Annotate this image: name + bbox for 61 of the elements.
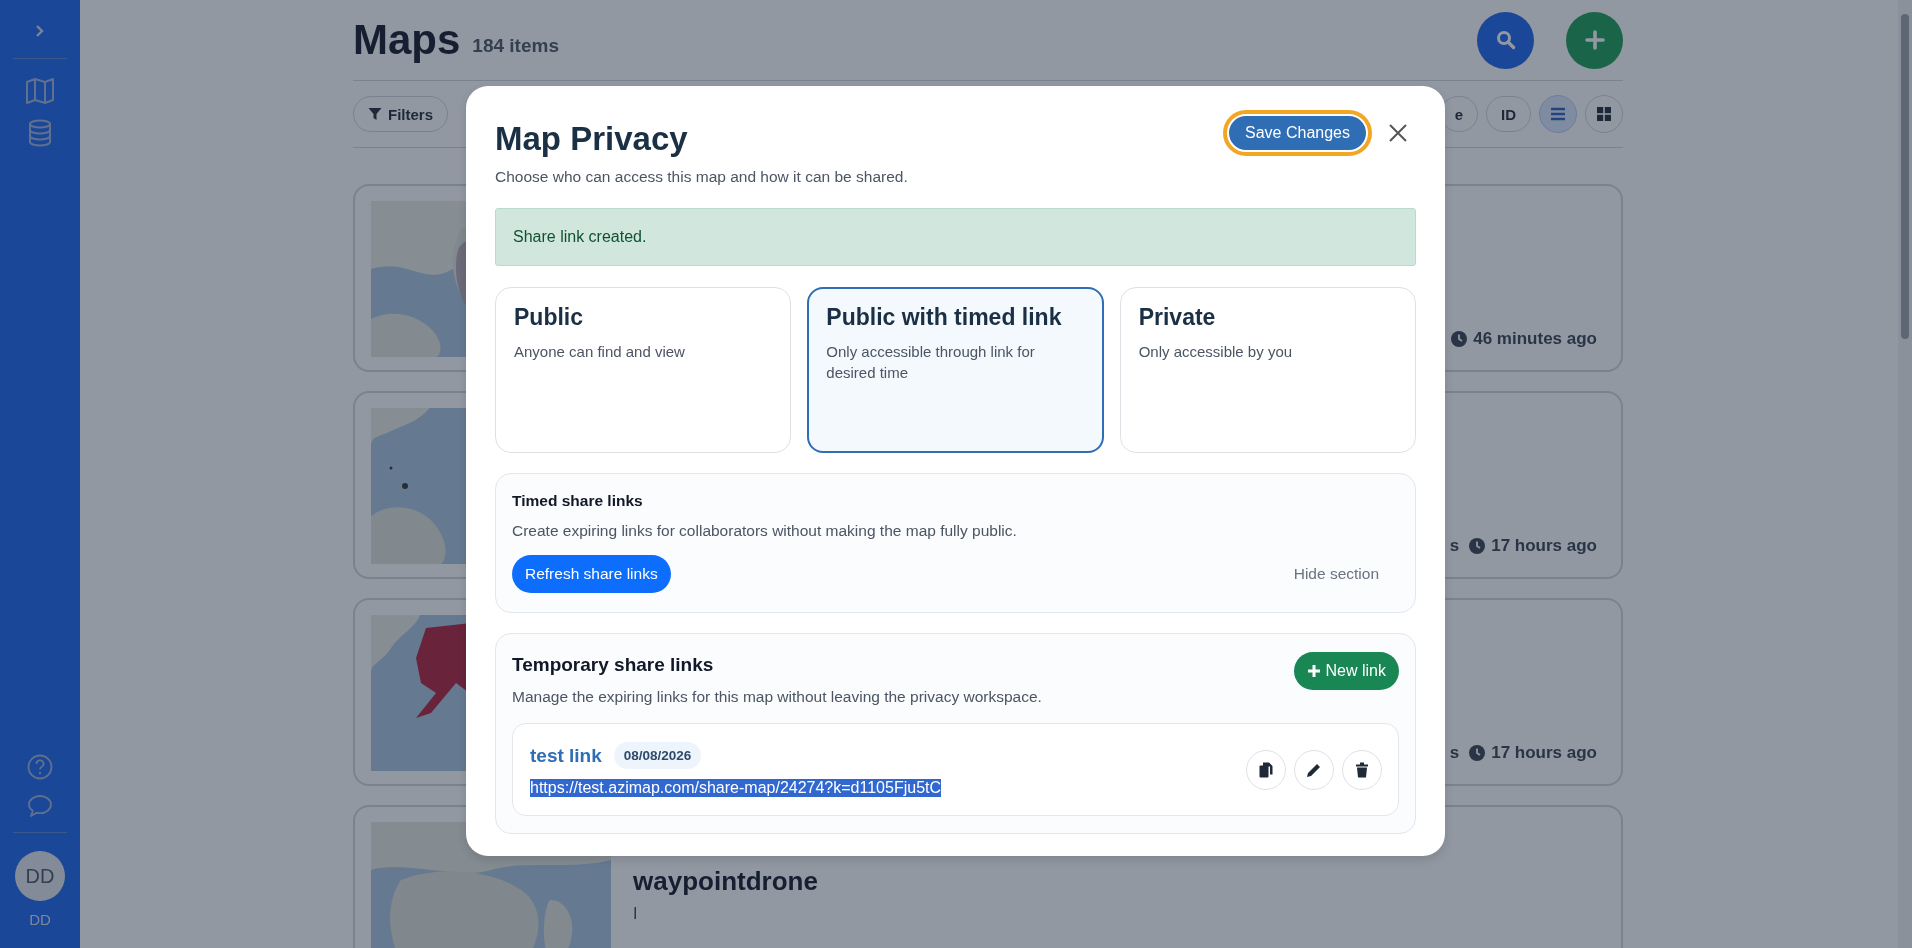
map-title: waypointdrone [633,866,819,897]
page-title: Maps [353,16,461,64]
expiry-date-badge: 08/08/2026 [613,742,702,769]
clock-icon [1469,538,1486,554]
refresh-links-button[interactable]: Refresh share links [512,555,671,593]
option-title: Private [1138,304,1217,331]
updated-time: 46 minutes ago [1473,329,1597,349]
plus-icon [1584,30,1605,50]
pencil-icon [1306,761,1322,778]
layer-count: s [1449,536,1460,556]
help-icon[interactable] [27,754,53,780]
share-url: https://test.azimap.com/share-map/24274?k=d1105Fju5tC [530,779,942,797]
close-icon[interactable] [1388,123,1408,143]
grid-view-button[interactable] [1585,95,1623,133]
hide-section-button[interactable]: Hide section [1287,564,1385,584]
add-map-button[interactable] [1566,11,1623,69]
copy-icon [1259,761,1273,778]
privacy-option[interactable]: Public with timed link Only accessible through link for desired time [807,287,1104,453]
chat-icon[interactable] [27,794,53,818]
scrollbar[interactable] [1898,0,1912,948]
option-description: Only accessible through link for desired time [826,342,1036,383]
updated-time: 17 hours ago [1491,743,1597,763]
panel-title: Timed share links [512,492,644,510]
link-name[interactable]: test link [530,744,602,767]
new-link-button[interactable]: New link [1293,652,1399,690]
success-alert: Share link created. [495,208,1416,266]
list-view-button[interactable] [1539,95,1577,133]
option-description: Only accessible by you [1138,342,1294,362]
edit-button[interactable] [1294,749,1334,790]
option-description: Anyone can find and view [514,342,686,362]
list-icon [1550,107,1566,121]
privacy-option[interactable]: Private Only accessible by you [1119,287,1416,453]
grid-icon [1596,106,1612,122]
clock-icon [1451,331,1468,347]
option-title: Public [514,304,584,331]
trash-icon [1355,761,1369,778]
search-icon [1495,30,1516,50]
plus-icon [1306,664,1321,678]
panel-title: Temporary share links [512,654,715,676]
privacy-option[interactable]: Public Anyone can find and view [495,287,792,453]
updated-time: 17 hours ago [1491,536,1597,556]
panel-description: Manage the expiring links for this map without leaving the privacy workspace. [512,688,1043,706]
item-count: 184 items [472,35,559,57]
expand-chevron-icon[interactable] [35,24,45,38]
delete-button[interactable] [1342,749,1382,790]
dialog-subtitle: Choose who can access this map and how it can be shared. [495,168,909,186]
map-description: I [633,905,639,923]
layer-count: s [1449,743,1460,763]
user-name: DD [29,911,51,928]
option-title: Public with timed link [826,304,1063,331]
copy-button[interactable] [1246,749,1286,790]
user-avatar[interactable]: DD [15,851,65,901]
panel-description: Create expiring links for collaborators without making the map fully public. [512,522,1018,540]
filters-button[interactable]: Filters [353,96,448,132]
clock-icon [1469,745,1486,761]
dialog-title: Map Privacy [495,120,689,158]
search-button[interactable] [1477,11,1534,69]
map-icon[interactable] [25,77,55,105]
filter-icon [368,107,382,121]
id-sort-button[interactable]: ID [1486,96,1531,132]
database-icon[interactable] [28,119,52,147]
